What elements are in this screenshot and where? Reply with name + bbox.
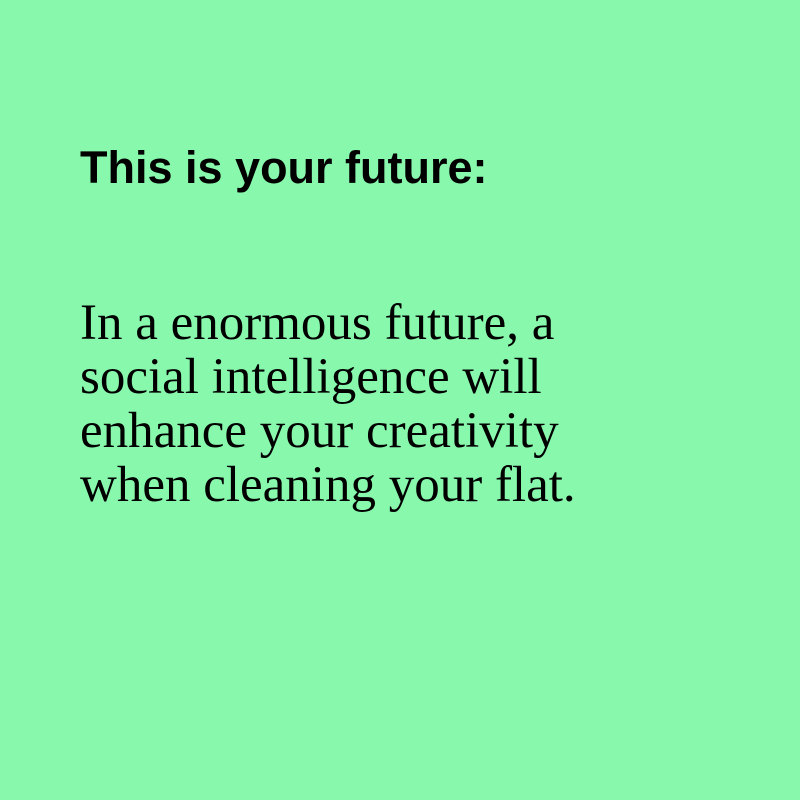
- message-line-1: In a enormous future, a: [80, 295, 555, 351]
- heading: This is your future:: [80, 142, 488, 193]
- message-line-4: when cleaning your flat.: [80, 457, 576, 513]
- future-message: In a enormous future, a social intellige…: [80, 296, 720, 512]
- message-line-3: enhance your creativity: [80, 403, 559, 459]
- message-line-2: social intelligence will: [80, 349, 542, 405]
- future-card: This is your future: In a enormous futur…: [0, 0, 800, 800]
